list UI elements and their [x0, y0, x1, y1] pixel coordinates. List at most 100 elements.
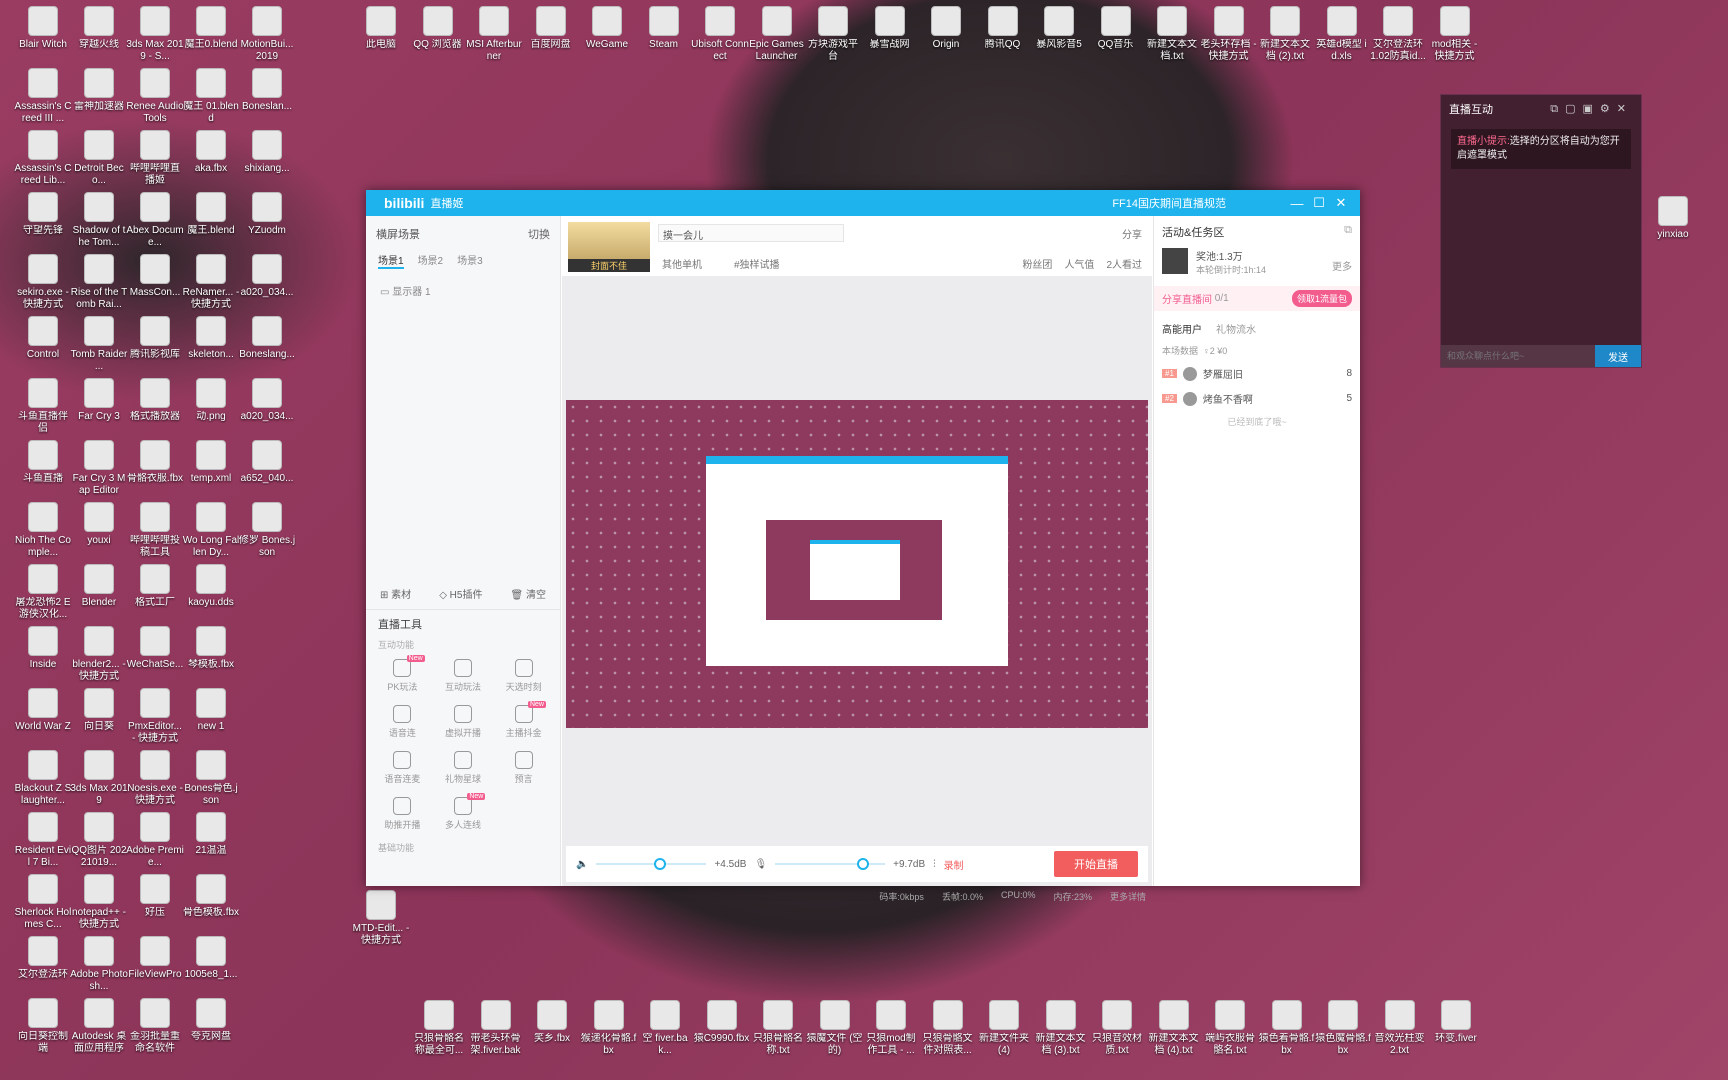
desktop-icon[interactable]: Boneslang...: [238, 316, 296, 361]
category-button[interactable]: 其他单机: [662, 256, 702, 271]
desktop-icon[interactable]: temp.xml: [182, 440, 240, 485]
desktop-icon[interactable]: 哔哩哔哩投稿工具: [126, 502, 184, 559]
desktop-icon[interactable]: Control: [14, 316, 72, 361]
tool-item[interactable]: New 多人连线: [433, 793, 494, 831]
desktop-icon[interactable]: 腾讯影视库: [126, 316, 184, 361]
desktop-icon[interactable]: 只狼骨骼名称.txt: [749, 1000, 807, 1057]
desktop-icon[interactable]: 猿C9990.fbx: [693, 1000, 751, 1045]
desktop-icon[interactable]: 猿色着骨骼.fbx: [1258, 1000, 1316, 1057]
desktop-icon[interactable]: 笑乡.fbx: [523, 1000, 581, 1045]
desktop-icon[interactable]: 艾尔登法环 1.02防真id...: [1369, 6, 1427, 63]
preview-screen[interactable]: [566, 400, 1148, 728]
tool-item[interactable]: 助推开播: [372, 797, 433, 831]
desktop-icon[interactable]: 动.png: [182, 378, 240, 423]
desktop-icon[interactable]: 新建文本文档.txt: [1143, 6, 1201, 63]
mic-icon[interactable]: 🎙: [754, 859, 767, 870]
desktop-icon[interactable]: Blender: [70, 564, 128, 609]
desktop-icon[interactable]: 琴模板.fbx: [182, 626, 240, 671]
desktop-icon[interactable]: Origin: [917, 6, 975, 51]
user-row[interactable]: #2 烤鱼不香啊 5: [1154, 386, 1360, 411]
desktop-icon[interactable]: QQ图片 20221019...: [70, 812, 128, 869]
speaker-icon[interactable]: 🔈: [576, 859, 588, 870]
volume-slider[interactable]: [596, 858, 707, 870]
desktop-icon[interactable]: 1005e8_1...: [182, 936, 240, 981]
activity-card[interactable]: 奖池:1.3万 本轮倒计时:1h:14 更多: [1154, 248, 1360, 276]
desktop-icon[interactable]: 向日葵: [70, 688, 128, 733]
tool-item[interactable]: 语音连麦: [372, 751, 433, 785]
tool-item[interactable]: 虚拟开播: [433, 705, 494, 739]
desktop-icon[interactable]: QQ音乐: [1087, 6, 1145, 51]
desktop-icon[interactable]: Blackout Z Slaughter...: [14, 750, 72, 807]
desktop-icon[interactable]: 骨色模板.fbx: [182, 874, 240, 919]
send-button[interactable]: 发送: [1595, 345, 1641, 367]
desktop-icon[interactable]: MotionBui... 2019: [238, 6, 296, 63]
desktop-icon[interactable]: 斗鱼直播: [14, 440, 72, 485]
desktop-icon[interactable]: WeChatSe...: [126, 626, 184, 671]
desktop-icon[interactable]: 向日葵控制端: [14, 998, 72, 1055]
desktop-icon[interactable]: 新建文本文档 (3).txt: [1032, 1000, 1090, 1057]
desktop-icon[interactable]: 骨骼衣服.fbx: [126, 440, 184, 485]
desktop-icon[interactable]: Bones骨色.json: [182, 750, 240, 807]
desktop-icon[interactable]: 方块游戏平台: [804, 6, 862, 63]
desktop-icon[interactable]: Assassin's Creed Lib...: [14, 130, 72, 187]
desktop-icon[interactable]: 哔哩哔哩直播姬: [126, 130, 184, 187]
desktop-icon[interactable]: 此电脑: [352, 6, 410, 51]
volume-knob[interactable]: [654, 858, 667, 870]
desktop-icon[interactable]: 魔王0.blend: [182, 6, 240, 51]
desktop-icon[interactable]: Renee Audio Tools: [126, 68, 184, 125]
tool-item[interactable]: 礼物星球: [433, 751, 494, 785]
desktop-icon[interactable]: 只狼骨骼文件对照表...: [919, 1000, 977, 1057]
tab-scene-2[interactable]: 场景2: [418, 252, 444, 269]
tool-item[interactable]: New PK玩法: [372, 655, 433, 693]
desktop-icon[interactable]: 修罗 Bones.json: [238, 502, 296, 559]
desktop-icon[interactable]: 21温温: [182, 812, 240, 857]
desktop-icon[interactable]: Adobe Premie...: [126, 812, 184, 869]
more-link[interactable]: 更多: [1332, 258, 1352, 276]
desktop-icon[interactable]: 英雄d模型 id.xls: [1313, 6, 1371, 63]
desktop-icon[interactable]: Sherlock Holmes C...: [14, 874, 72, 931]
tool-item[interactable]: 互动玩法: [433, 659, 494, 693]
go-live-button[interactable]: 开始直播: [1054, 851, 1138, 877]
desktop-icon[interactable]: QQ 浏览器: [409, 6, 467, 51]
desktop-icon[interactable]: Epic Games Launcher: [748, 6, 806, 63]
record-button[interactable]: 录制: [944, 857, 964, 872]
stream-title-input[interactable]: 摸一会儿: [658, 224, 844, 242]
desktop-icon[interactable]: Shadow of the Tom...: [70, 192, 128, 249]
desktop-icon[interactable]: Resident Evil 7 Bi...: [14, 812, 72, 869]
close-button[interactable]: ✕: [1330, 195, 1352, 211]
desktop-icon[interactable]: PmxEditor... - 快捷方式: [126, 688, 184, 745]
desktop-icon[interactable]: mod相关 - 快捷方式: [1426, 6, 1484, 63]
desktop-icon[interactable]: 斗鱼直播伴侣: [14, 378, 72, 435]
desktop-icon[interactable]: 屠龙恐怖2 E 游侠汉化...: [14, 564, 72, 621]
desktop-icon[interactable]: 空 fiver.bak...: [636, 1000, 694, 1057]
tool-item[interactable]: 天选时刻: [493, 659, 554, 693]
desktop-icon[interactable]: 雷神加速器: [70, 68, 128, 113]
desktop-icon[interactable]: 猿魔文件 (空的): [806, 1000, 864, 1057]
desktop-icon[interactable]: yinxiao: [1644, 196, 1702, 241]
desktop-icon[interactable]: 百度网盘: [522, 6, 580, 51]
desktop-icon[interactable]: 新建文本文档 (2).txt: [1256, 6, 1314, 63]
minimize-button[interactable]: —: [1286, 196, 1308, 211]
desktop-icon[interactable]: 暴雪战网: [861, 6, 919, 51]
desktop-icon[interactable]: Assassin's Creed III ...: [14, 68, 72, 125]
desktop-icon[interactable]: Detroit Beco...: [70, 130, 128, 187]
clear-button[interactable]: 🗑 清空: [510, 586, 545, 601]
desktop-icon[interactable]: 夸克网盘: [182, 998, 240, 1043]
desktop-icon[interactable]: a020_034...: [238, 378, 296, 423]
desktop-icon[interactable]: 3ds Max 2019 - S...: [126, 6, 184, 63]
desktop-icon[interactable]: 猴递化骨骼.fbx: [580, 1000, 638, 1057]
panel-tool-icons[interactable]: ⧉▢▣⚙✕: [1550, 102, 1633, 116]
desktop-icon[interactable]: new 1: [182, 688, 240, 733]
desktop-icon[interactable]: MassCon...: [126, 254, 184, 299]
desktop-icon[interactable]: Inside: [14, 626, 72, 671]
desktop-icon[interactable]: World War Z: [14, 688, 72, 733]
desktop-icon[interactable]: 魔王.blend: [182, 192, 240, 237]
desktop-icon[interactable]: 守望先锋: [14, 192, 72, 237]
desktop-icon[interactable]: Far Cry 3: [70, 378, 128, 423]
desktop-icon[interactable]: Abex Docume...: [126, 192, 184, 249]
desktop-icon[interactable]: MSI Afterburner: [465, 6, 523, 63]
desktop-icon[interactable]: 魔王 01.blend: [182, 68, 240, 125]
material-button[interactable]: ⊞ 素材: [380, 586, 411, 601]
desktop-icon[interactable]: 3ds Max 2019: [70, 750, 128, 807]
desktop-icon[interactable]: WeGame: [578, 6, 636, 51]
